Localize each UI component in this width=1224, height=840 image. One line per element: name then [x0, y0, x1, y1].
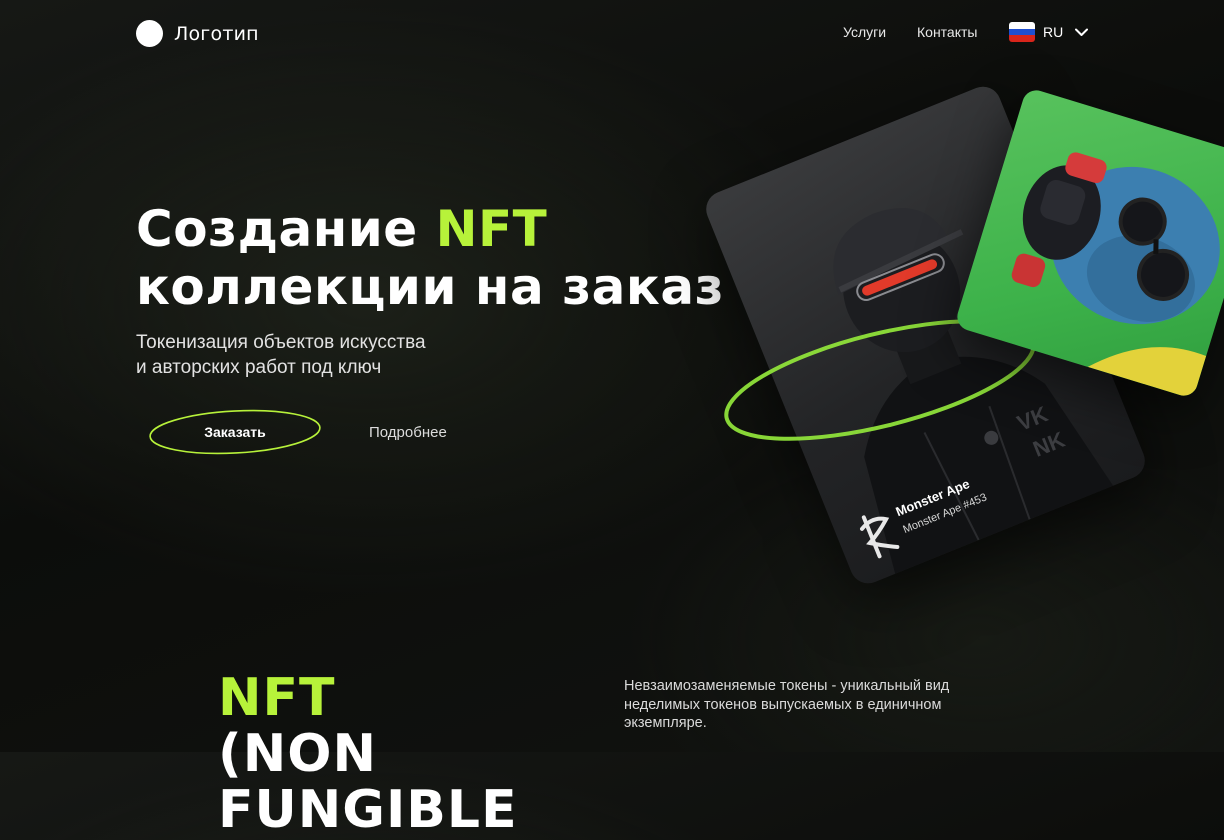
logo-circle-icon: [136, 20, 163, 47]
site-header: Логотип Услуги Контакты RU: [0, 0, 1224, 66]
hero-title: Создание NFT коллекции на заказ: [136, 200, 724, 316]
nft-heading-rest: (NON: [218, 724, 378, 784]
nft-heading-line2: FUNGIBLE: [218, 780, 518, 840]
nft-desc-line3: экземпляре.: [624, 715, 707, 731]
logo[interactable]: Логотип: [136, 20, 259, 47]
hero-title-line1: Создание NFT: [136, 200, 724, 258]
hero-title-prefix: Создание: [136, 200, 436, 258]
nft-heading-accent: NFT: [218, 668, 336, 728]
nft-description: Невзаимозаменяемые токены - уникальный в…: [624, 677, 1004, 733]
language-selector[interactable]: RU: [1009, 22, 1089, 42]
more-link[interactable]: Подробнее: [369, 424, 447, 441]
nft-desc-line1: Невзаимозаменяемые токены - уникальный в…: [624, 678, 950, 694]
language-code: RU: [1043, 24, 1064, 40]
chevron-down-icon: [1075, 28, 1089, 36]
nft-section-heading: NFT (NON FUNGIBLE: [218, 670, 518, 838]
order-button-label: Заказать: [204, 424, 266, 440]
nft-desc-line2: неделимых токенов выпускаемых в единично…: [624, 696, 942, 713]
hero-title-line2: коллекции на заказ: [136, 258, 725, 316]
nft-heading-line1: NFT (NON: [218, 670, 518, 782]
logo-text: Логотип: [174, 22, 259, 45]
nav-link-services[interactable]: Услуги: [843, 24, 886, 40]
hero-subtitle-line1: Токенизация объектов искусства: [136, 332, 426, 353]
nav-link-contacts[interactable]: Контакты: [917, 24, 977, 40]
order-button[interactable]: Заказать: [148, 408, 322, 456]
hero-subtitle-line2: и авторских работ под ключ: [136, 357, 382, 378]
hero-subtitle: Токенизация объектов искусства и авторск…: [136, 330, 536, 380]
hero-title-accent: NFT: [435, 200, 548, 258]
russia-flag-icon: [1009, 22, 1035, 42]
